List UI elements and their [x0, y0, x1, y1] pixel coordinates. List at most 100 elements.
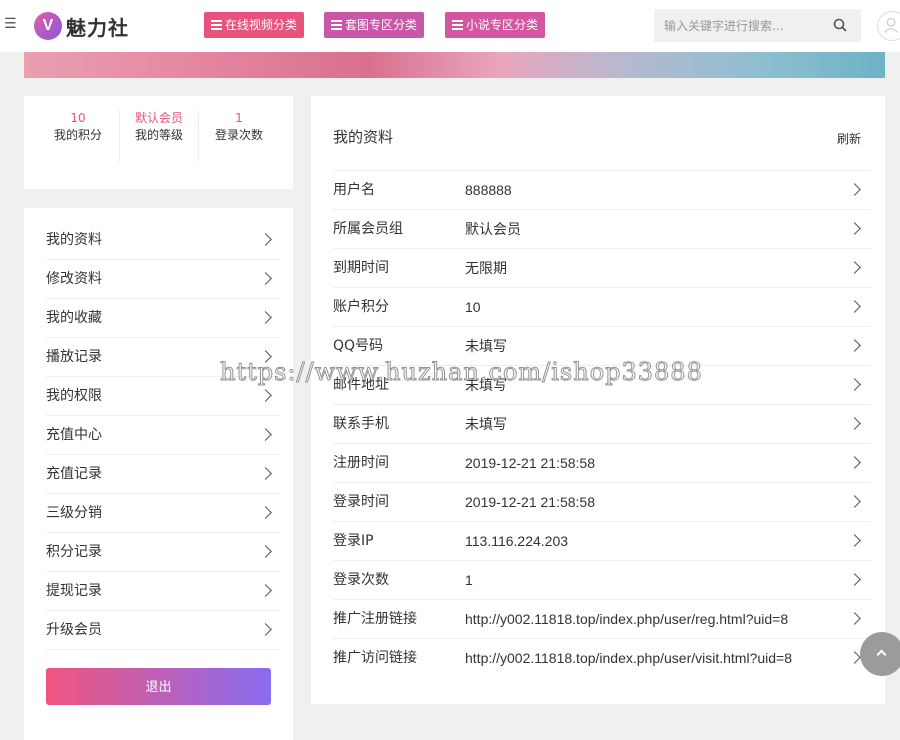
watermark-text: https://www.huzhan.com/ishop33888: [220, 358, 703, 387]
stat-label: 登录次数: [214, 128, 263, 142]
row-value: http://y002.11818.top/index.php/user/reg…: [465, 611, 789, 627]
chevron-right-icon: [259, 506, 272, 519]
row-key: 登录IP: [333, 533, 374, 549]
row-key: 登录次数: [333, 572, 389, 588]
row-key: 推广注册链接: [333, 611, 417, 627]
row-key: 所属会员组: [333, 221, 403, 237]
row-value: 2019-12-21 21:58:58: [465, 455, 595, 471]
chevron-right-icon: [848, 495, 861, 508]
row-value: 888888: [465, 182, 512, 198]
site-logo[interactable]: V 魅力社: [34, 11, 129, 41]
side-item-label: 积分记录: [46, 544, 102, 560]
side-item-label: 充值记录: [46, 466, 102, 482]
stat-points[interactable]: 10 我的积分: [38, 110, 118, 144]
stat-level[interactable]: 默认会员 我的等级: [119, 110, 199, 162]
chevron-right-icon: [848, 573, 861, 586]
row-key: 用户名: [333, 182, 375, 198]
chevron-right-icon: [259, 428, 272, 441]
back-to-top-button[interactable]: [860, 632, 900, 676]
side-item-upgrade-member[interactable]: 升级会员: [46, 611, 280, 650]
side-item-recharge-center[interactable]: 充值中心: [46, 416, 280, 455]
side-item-my-profile[interactable]: 我的资料: [46, 221, 280, 260]
chevron-right-icon: [848, 378, 861, 391]
row-value: 10: [465, 299, 481, 315]
list-icon: [452, 18, 463, 32]
category-label: 在线视频分类: [225, 18, 298, 32]
refresh-link[interactable]: 刷新: [837, 130, 861, 147]
hamburger-menu-icon[interactable]: ☰: [4, 14, 18, 34]
chevron-right-icon: [259, 311, 272, 324]
profile-row-phone[interactable]: 联系手机 未填写: [333, 404, 871, 443]
chevron-right-icon: [848, 456, 861, 469]
chevron-right-icon: [848, 651, 861, 664]
profile-row-member-group[interactable]: 所属会员组 默认会员: [333, 209, 871, 248]
search-input[interactable]: [654, 9, 824, 42]
chevron-right-icon: [259, 545, 272, 558]
chevron-up-icon: [876, 649, 887, 660]
side-menu: 我的资料 修改资料 我的收藏 播放记录 我的权限 充值中心 充值记录 三级分销 …: [24, 208, 293, 740]
stat-value: 1: [235, 111, 243, 125]
side-item-points-history[interactable]: 积分记录: [46, 533, 280, 572]
side-item-favorites[interactable]: 我的收藏: [46, 299, 280, 338]
chevron-right-icon: [848, 183, 861, 196]
profile-row-login-count[interactable]: 登录次数 1: [333, 560, 871, 599]
top-header: ☰ V 魅力社 在线视频分类 套图专区分类 小说专区分类: [0, 0, 900, 52]
chevron-right-icon: [848, 339, 861, 352]
side-item-label: 提现记录: [46, 583, 102, 599]
row-value: 2019-12-21 21:58:58: [465, 494, 595, 510]
user-avatar-icon[interactable]: [877, 11, 900, 41]
category-label: 小说专区分类: [466, 18, 539, 32]
row-value: 无限期: [465, 260, 507, 276]
profile-row-referral-visit-link[interactable]: 推广访问链接 http://y002.11818.top/index.php/us…: [333, 638, 871, 677]
profile-row-referral-register-link[interactable]: 推广注册链接 http://y002.11818.top/index.php/us…: [333, 599, 871, 638]
logout-button[interactable]: 退出: [46, 668, 271, 705]
profile-row-username[interactable]: 用户名 888888: [333, 170, 871, 209]
side-item-distribution[interactable]: 三级分销: [46, 494, 280, 533]
category-button-gallery[interactable]: 套图专区分类: [324, 12, 425, 38]
side-item-label: 我的收藏: [46, 310, 102, 326]
stat-label: 我的积分: [53, 128, 102, 142]
category-label: 套图专区分类: [345, 18, 418, 32]
profile-panel: 我的资料 刷新 用户名 888888 所属会员组 默认会员 到期时间 无限期 账户积分…: [311, 96, 885, 704]
chevron-right-icon: [848, 534, 861, 547]
row-value: 未填写: [465, 416, 507, 432]
chevron-right-icon: [259, 467, 272, 480]
side-item-withdraw-history[interactable]: 提现记录: [46, 572, 280, 611]
row-key: 到期时间: [333, 260, 389, 276]
search-box: [654, 9, 861, 42]
side-item-label: 我的权限: [46, 388, 102, 404]
chevron-right-icon: [259, 623, 272, 636]
row-value: http://y002.11818.top/index.php/user/vis…: [465, 650, 793, 666]
side-item-label: 三级分销: [46, 505, 102, 521]
side-item-label: 播放记录: [46, 349, 102, 365]
chevron-right-icon: [259, 272, 272, 285]
profile-row-register-time[interactable]: 注册时间 2019-12-21 21:58:58: [333, 443, 871, 482]
list-icon: [211, 18, 222, 32]
side-item-edit-profile[interactable]: 修改资料: [46, 260, 280, 299]
side-item-label: 升级会员: [46, 622, 102, 638]
chevron-right-icon: [848, 417, 861, 430]
chevron-right-icon: [848, 612, 861, 625]
profile-row-expiry[interactable]: 到期时间 无限期: [333, 248, 871, 287]
row-value: 113.116.224.203: [465, 533, 569, 549]
row-value: 默认会员: [465, 221, 521, 237]
category-button-novel[interactable]: 小说专区分类: [445, 12, 546, 38]
banner-image: [24, 52, 885, 78]
chevron-right-icon: [259, 584, 272, 597]
chevron-right-icon: [848, 222, 861, 235]
profile-row-login-time[interactable]: 登录时间 2019-12-21 21:58:58: [333, 482, 871, 521]
profile-row-points[interactable]: 账户积分 10: [333, 287, 871, 326]
list-icon: [331, 18, 342, 32]
side-item-recharge-history[interactable]: 充值记录: [46, 455, 280, 494]
row-key: 联系手机: [333, 416, 389, 432]
profile-row-login-ip[interactable]: 登录IP 113.116.224.203: [333, 521, 871, 560]
stats-card: 10 我的积分 默认会员 我的等级 1 登录次数: [24, 96, 293, 189]
stat-login-count[interactable]: 1 登录次数: [199, 110, 279, 144]
side-item-label: 充值中心: [46, 427, 102, 443]
stat-label: 我的等级: [134, 128, 183, 142]
stat-value: 默认会员: [134, 111, 183, 125]
category-button-video[interactable]: 在线视频分类: [204, 12, 305, 38]
chevron-right-icon: [848, 300, 861, 313]
search-icon[interactable]: [833, 18, 847, 32]
stat-value: 10: [70, 111, 86, 125]
